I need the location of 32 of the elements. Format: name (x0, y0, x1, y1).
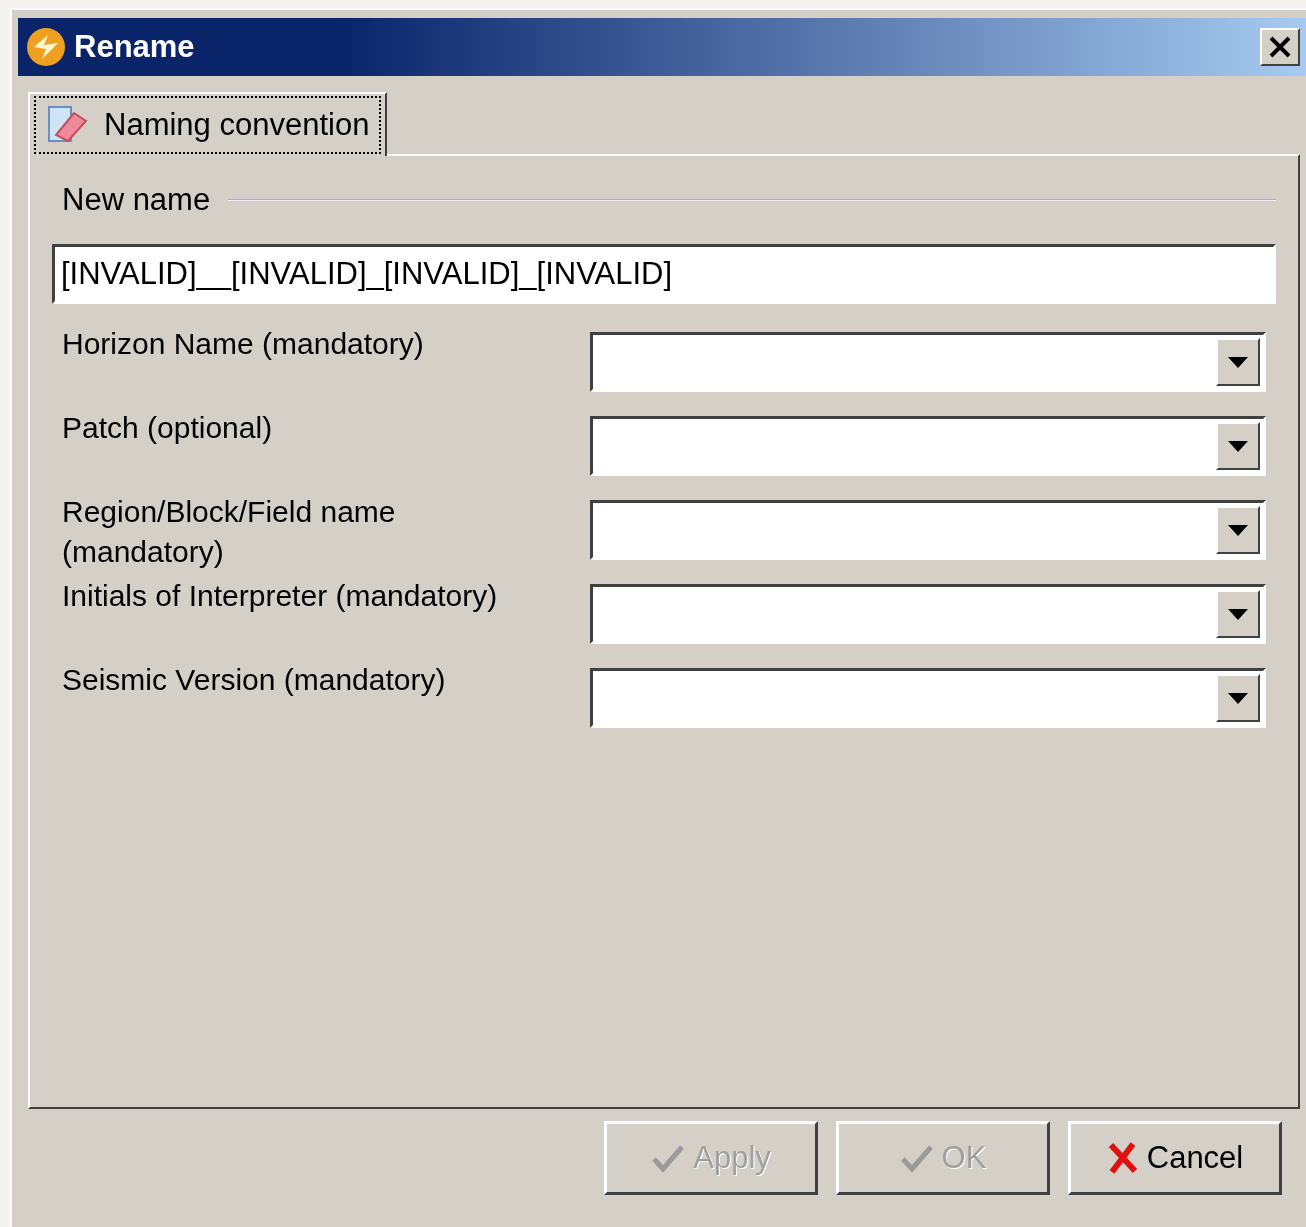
close-icon (1269, 36, 1291, 58)
dropdown-button[interactable] (1216, 422, 1260, 470)
caret-icon (1228, 356, 1248, 368)
caret-icon (1228, 524, 1248, 536)
field-label: Horizon Name (mandatory) (62, 326, 425, 362)
dropdown-field[interactable] (590, 500, 1266, 560)
check-icon (651, 1143, 686, 1173)
field-label: Region/Block/Field name (mandatory) (62, 494, 397, 570)
dropdown-field[interactable] (590, 584, 1266, 644)
tab[interactable]: Naming convention (28, 92, 388, 156)
caret-icon (1228, 440, 1248, 452)
field-label: Initials of Interpreter (mandatory) (62, 578, 499, 614)
dialog-button[interactable]: Cancel (1068, 1121, 1282, 1195)
window-title: Rename (74, 29, 196, 65)
dropdown-field[interactable] (590, 416, 1266, 476)
dropdown-button[interactable] (1216, 674, 1260, 722)
field-label: Seismic Version (mandatory) (62, 662, 447, 698)
field-label: Patch (optional) (62, 410, 274, 446)
close-button[interactable] (1260, 28, 1300, 66)
caret-icon (1228, 692, 1248, 704)
new-name-field[interactable]: [INVALID]__[INVALID]_[INVALID]_[INVALID] (52, 244, 1276, 304)
dropdown-field[interactable] (590, 332, 1266, 392)
dropdown-button[interactable] (1216, 590, 1260, 638)
app-logo-icon (26, 27, 66, 67)
dropdown-button[interactable] (1216, 338, 1260, 386)
check-icon (899, 1143, 934, 1173)
dropdown-button[interactable] (1216, 506, 1260, 554)
caret-icon (1228, 608, 1248, 620)
eraser-icon (46, 105, 90, 145)
dropdown-field[interactable] (590, 668, 1266, 728)
cross-icon (1106, 1141, 1139, 1175)
section-label: New name (62, 182, 211, 218)
